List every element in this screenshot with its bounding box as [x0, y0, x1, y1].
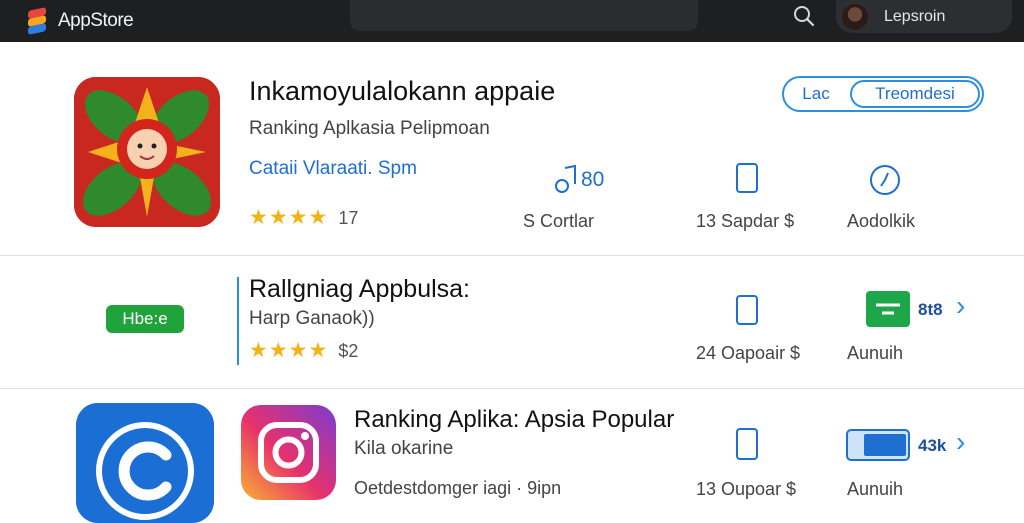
featured-developer-link[interactable]: Cataii Vlaraati. Spm — [249, 158, 417, 180]
account-button[interactable]: Lepsroin — [836, 0, 1012, 33]
chevron-right-icon[interactable]: › — [956, 290, 965, 322]
featured-app-icon[interactable] — [74, 77, 220, 227]
search-input[interactable] — [350, 0, 698, 31]
row3-stat-1: 13 Oupoar $ — [696, 479, 797, 499]
row2-rating: ★★★★ $2 — [249, 338, 358, 363]
segment-lac[interactable]: Lac — [784, 78, 848, 110]
rating-count: 17 — [338, 208, 359, 228]
chevron-right-icon[interactable]: › — [956, 426, 965, 458]
top-bar: AppStore Lepsroin — [0, 0, 1024, 42]
rating-stars: ★★★★ — [249, 206, 329, 229]
account-name: Lepsroin — [884, 7, 946, 25]
featured-rating: ★★★★ 17 — [249, 205, 358, 230]
tray-icon[interactable] — [866, 291, 910, 327]
app-name: AppStore — [58, 10, 134, 31]
row3-developer: Oetdestdomger iagi · 9ipn — [354, 478, 562, 498]
row2-subtitle: Harp Ganaok)) — [249, 308, 375, 329]
appstore-logo-icon — [24, 6, 50, 36]
brand[interactable]: AppStore — [24, 6, 134, 36]
row3-title[interactable]: Ranking Aplika: Apsia Popular — [354, 406, 674, 434]
phone-icon — [736, 428, 758, 460]
featured-stat-3: Aodolkik — [847, 211, 916, 231]
divider — [0, 388, 1024, 389]
get-button[interactable]: Hbe:e — [106, 305, 184, 333]
app-c-icon[interactable] — [76, 403, 214, 523]
segmented-control: Lac Treomdesi — [782, 76, 984, 112]
featured-stat-2: 13 Sapdar $ — [696, 211, 795, 231]
row2-title[interactable]: Rallgniag Appbulsa: — [249, 275, 470, 304]
rating-count: $2 — [338, 341, 359, 361]
instagram-icon[interactable] — [241, 405, 336, 500]
row2-metric: 8t8 — [918, 300, 943, 319]
search-icon[interactable] — [792, 4, 816, 28]
phone-icon — [736, 295, 758, 325]
download-card-icon[interactable] — [846, 429, 910, 461]
row3-stat-2: Aunuih — [847, 479, 904, 499]
row3-metric: 43k — [918, 436, 947, 455]
avatar — [842, 3, 868, 30]
row2-stat-2: Aunuih — [847, 343, 904, 363]
phone-icon — [736, 163, 758, 193]
clock-icon — [870, 165, 900, 195]
row3-subtitle: Kila okarine — [354, 438, 454, 459]
row2-stat-1: 24 Oapoair $ — [696, 343, 801, 363]
featured-stat-value: 80 — [581, 168, 605, 191]
featured-title[interactable]: Inkamoyulalokann appaie — [249, 76, 555, 107]
row-marker — [237, 277, 239, 365]
divider — [0, 255, 1024, 256]
segment-treomdesi[interactable]: Treomdesi — [850, 80, 980, 108]
featured-stat-1: S Cortlar — [523, 211, 595, 231]
featured-subtitle: Ranking Aplkasia Pelipmoan — [249, 118, 490, 139]
music-note-icon — [555, 164, 576, 193]
rating-stars: ★★★★ — [249, 339, 329, 362]
